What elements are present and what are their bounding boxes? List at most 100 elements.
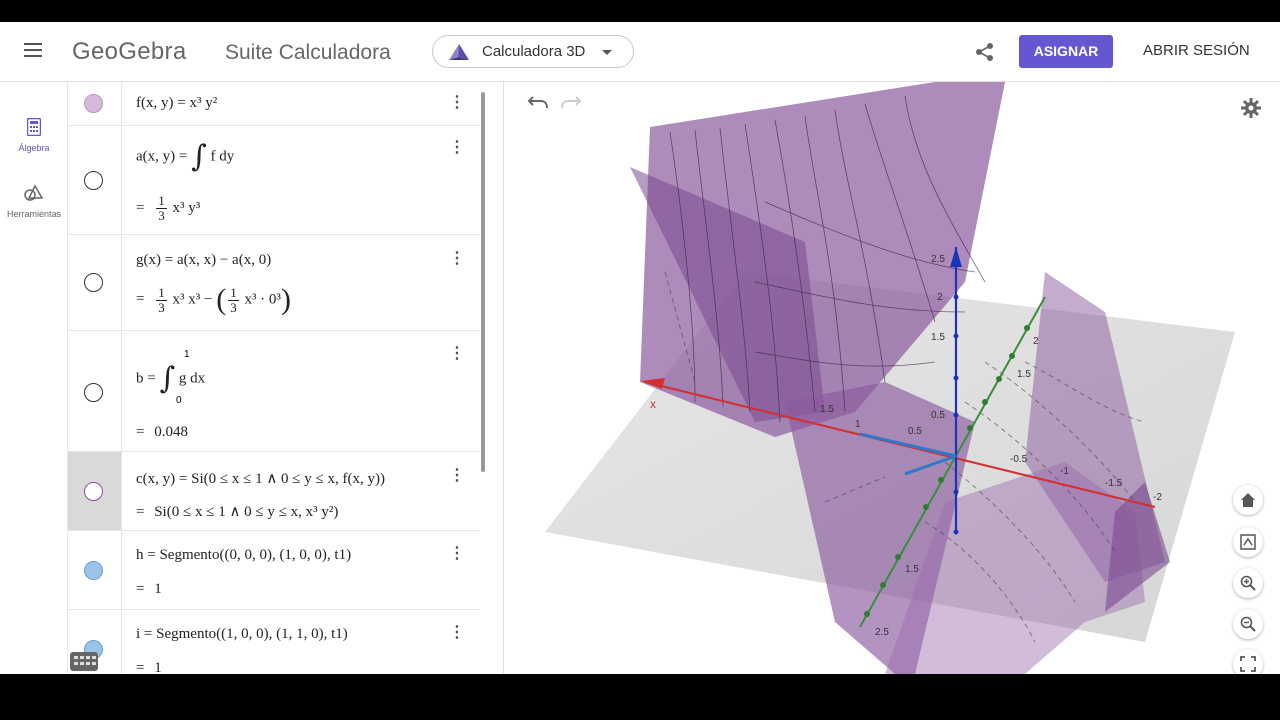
input-b-suffix: g dx <box>178 370 206 387</box>
more-options-icon[interactable]: ⋮ <box>449 346 465 362</box>
more-options-icon[interactable]: ⋮ <box>449 251 465 267</box>
rail-item-algebra[interactable]: Álgebra <box>0 117 68 153</box>
fraction: 13 <box>228 285 239 315</box>
x-axis-label: x <box>650 397 656 411</box>
equals-sign: = <box>136 660 145 674</box>
x-tick: -1.5 <box>1105 478 1123 489</box>
algebra-row-h[interactable]: h = Segmento((0, 0, 0), (1, 0, 0), t1) =… <box>68 531 480 610</box>
home-icon <box>1241 493 1255 507</box>
fullscreen-button[interactable] <box>1233 649 1263 674</box>
geogebra-app: GeoGebra Suite Calculadora Calculadora 3… <box>0 22 1280 674</box>
marble-cell <box>68 82 122 125</box>
equals-sign: = <box>136 199 145 216</box>
upper-limit: 1 <box>184 349 190 360</box>
visibility-toggle[interactable] <box>84 383 103 402</box>
more-options-icon[interactable]: ⋮ <box>449 140 465 156</box>
input-g[interactable]: g(x) = a(x, x) − a(x, 0) <box>136 252 271 269</box>
zoom-out-button[interactable] <box>1233 609 1263 639</box>
output-b-value: 0.048 <box>154 424 188 440</box>
x-tick: -1 <box>1060 466 1069 477</box>
z-tick: 2 <box>937 292 943 303</box>
left-rail: Álgebra Herramientas <box>0 82 68 674</box>
zoom-out-icon <box>1240 616 1256 632</box>
input-a[interactable]: a(x, y) = ∫ f dy <box>136 142 234 172</box>
algebra-row-c[interactable]: c(x, y) = Si(0 ≤ x ≤ 1 ∧ 0 ≤ y ≤ x, f(x,… <box>68 452 480 531</box>
input-b-prefix: b = <box>136 370 156 387</box>
header: GeoGebra Suite Calculadora Calculadora 3… <box>0 22 1280 82</box>
chevron-down-icon <box>602 50 612 55</box>
surface-plot: x 0.5 1 1.5 -0.5 -1 -1.5 -2 2 1.5 1.5 2.… <box>545 82 1235 674</box>
fraction: 13 <box>156 284 167 315</box>
calculator-icon <box>26 117 42 137</box>
app-selector[interactable]: Calculadora 3D <box>432 35 634 68</box>
marble-cell <box>68 531 122 609</box>
login-button[interactable]: ABRIR SESIÓN <box>1143 42 1250 59</box>
output-i: = 1 <box>136 660 162 674</box>
lower-limit: 0 <box>176 395 182 406</box>
axes-view-icon <box>1240 534 1256 550</box>
equals-sign: = <box>136 424 145 440</box>
gear-icon[interactable] <box>1241 98 1261 118</box>
undo-icon[interactable] <box>527 95 549 111</box>
visibility-toggle[interactable] <box>84 171 103 190</box>
x-tick: -2 <box>1153 492 1162 503</box>
redo-icon[interactable] <box>560 95 582 111</box>
assign-button[interactable]: ASIGNAR <box>1019 35 1113 68</box>
marble-cell <box>68 331 122 451</box>
x-tick: 1 <box>855 419 861 430</box>
left-paren: ( <box>216 283 227 316</box>
more-options-icon[interactable]: ⋮ <box>449 468 465 484</box>
visibility-toggle[interactable] <box>84 482 103 501</box>
more-options-icon[interactable]: ⋮ <box>449 546 465 562</box>
more-options-icon[interactable]: ⋮ <box>449 625 465 641</box>
output-h-value: 1 <box>154 581 162 597</box>
input-c[interactable]: c(x, y) = Si(0 ≤ x ≤ 1 ∧ 0 ≤ y ≤ x, f(x,… <box>136 469 385 488</box>
zoom-in-icon <box>1240 575 1256 591</box>
marble-cell <box>68 452 122 530</box>
graphics-3d-view[interactable]: x 0.5 1 1.5 -0.5 -1 -1.5 -2 2 1.5 1.5 2.… <box>505 82 1280 674</box>
fullscreen-icon <box>1240 656 1256 672</box>
output-a-rest: x³ y³ <box>172 199 201 216</box>
output-c: = Si(0 ≤ x ≤ 1 ∧ 0 ≤ y ≤ x, x³ y²) <box>136 502 338 521</box>
numerator: 1 <box>156 284 167 301</box>
algebra-view: f(x, y) = x³ y² ⋮ a(x, y) = ∫ f dy = 13 … <box>68 82 504 674</box>
integral-icon: ∫ <box>191 139 207 174</box>
visibility-toggle[interactable] <box>84 561 103 580</box>
tools-icon <box>24 184 44 201</box>
algebra-row-g[interactable]: g(x) = a(x, x) − a(x, 0) = 13 x³ x³ − (1… <box>68 235 480 331</box>
y-tick: 2.5 <box>875 627 889 638</box>
output-c-value: Si(0 ≤ x ≤ 1 ∧ 0 ≤ y ≤ x, x³ y²) <box>154 504 339 520</box>
z-tick: 1.5 <box>931 332 945 343</box>
fraction: 13 <box>156 194 167 223</box>
more-options-icon[interactable]: ⋮ <box>449 95 465 111</box>
view-settings-button[interactable] <box>1233 527 1263 557</box>
visibility-toggle[interactable] <box>84 273 103 292</box>
algebra-row-f[interactable]: f(x, y) = x³ y² ⋮ <box>68 82 480 126</box>
rail-item-tools[interactable]: Herramientas <box>0 184 68 219</box>
algebra-row-a[interactable]: a(x, y) = ∫ f dy = 13 x³ y³ ⋮ <box>68 126 480 235</box>
rail-item-label: Herramientas <box>6 209 62 219</box>
input-h[interactable]: h = Segmento((0, 0, 0), (1, 0, 0), t1) <box>136 547 351 564</box>
home-button[interactable] <box>1233 485 1263 515</box>
output-h: = 1 <box>136 581 162 598</box>
input-b[interactable]: b = ∫ g dx <box>136 364 205 394</box>
rail-item-label: Álgebra <box>18 143 50 153</box>
denominator: 3 <box>158 208 165 223</box>
menu-icon[interactable] <box>24 43 42 57</box>
zoom-in-button[interactable] <box>1233 568 1263 598</box>
x-tick: 0.5 <box>908 426 922 437</box>
share-icon[interactable] <box>975 42 995 62</box>
pyramid-icon <box>449 44 469 60</box>
marble-cell <box>68 235 122 330</box>
equals-sign: = <box>136 504 145 520</box>
algebra-row-i[interactable]: i = Segmento((1, 0, 0), (1, 1, 0), t1) =… <box>68 610 480 674</box>
z-tick: 2.5 <box>931 254 945 265</box>
vertical-scrollbar[interactable] <box>481 92 485 472</box>
z-tick: 0.5 <box>931 410 945 421</box>
x-tick: -0.5 <box>1010 454 1028 465</box>
input-i[interactable]: i = Segmento((1, 0, 0), (1, 1, 0), t1) <box>136 626 348 643</box>
algebra-row-b[interactable]: b = ∫ g dx 1 0 = 0.048 ⋮ <box>68 331 480 452</box>
input-f[interactable]: f(x, y) = x³ y² <box>136 95 217 112</box>
keyboard-icon[interactable] <box>70 652 98 671</box>
visibility-toggle[interactable] <box>84 94 103 113</box>
